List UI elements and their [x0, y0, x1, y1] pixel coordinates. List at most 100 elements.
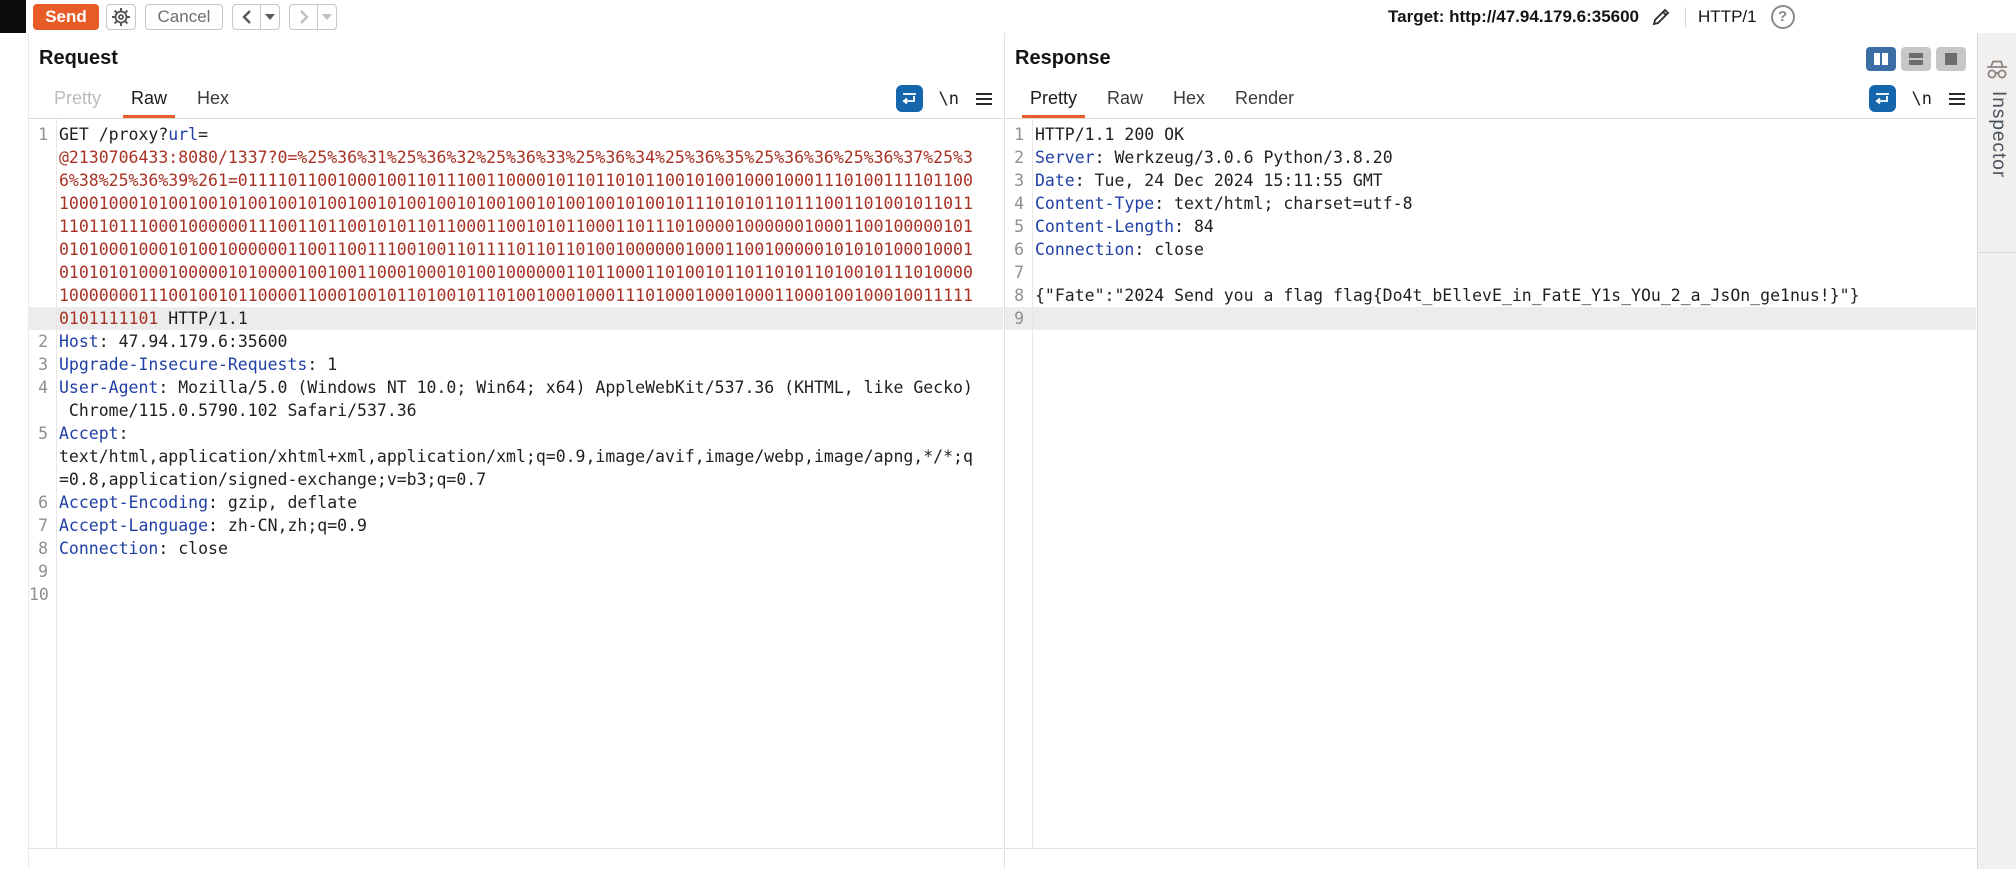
cancel-button[interactable]: Cancel: [145, 3, 223, 30]
code-line-text: Accept-Encoding: gzip, deflate: [59, 493, 358, 512]
tab-pretty[interactable]: Pretty: [1015, 79, 1092, 118]
single-panel-view-icon[interactable]: [1936, 47, 1966, 71]
inspector-sidebar-tab[interactable]: Inspector: [1977, 33, 2016, 869]
code-row: 3 Upgrade-Insecure-Requests: 1: [29, 353, 1003, 376]
response-header: Response: [1005, 33, 1976, 79]
line-number: [29, 445, 52, 468]
code-row: 9: [29, 560, 1003, 583]
tab-raw[interactable]: Raw: [116, 79, 182, 118]
line-number: [29, 307, 52, 330]
code-line-text: text/html,application/xhtml+xml,applicat…: [59, 447, 973, 466]
history-forward-dropdown[interactable]: [317, 4, 336, 29]
request-panel: Request Pretty Raw Hex \n 1 GET /proxy?u…: [28, 33, 1003, 869]
word-wrap-icon[interactable]: [1868, 85, 1896, 112]
code-line-text: Server: Werkzeug/3.0.6 Python/3.8.20: [1035, 148, 1393, 167]
line-number: 4: [38, 378, 48, 397]
line-number: 4: [1014, 194, 1024, 213]
code-row: 0101111101 HTTP/1.1: [29, 307, 1003, 330]
send-button[interactable]: Send: [33, 3, 99, 30]
line-number: [29, 399, 52, 422]
code-row: 0101000100010100100000011001100111001001…: [29, 238, 1003, 261]
request-editor-icons: \n: [895, 85, 993, 112]
word-wrap-icon[interactable]: [895, 85, 923, 112]
response-tabs: Pretty Raw Hex Render \n: [1005, 79, 1976, 119]
show-newlines-icon[interactable]: \n: [939, 89, 959, 109]
code-line-text: 0101010100010000010100001001001100010001…: [59, 263, 973, 282]
line-number: 7: [38, 516, 48, 535]
code-line-text: User-Agent: Mozilla/5.0 (Windows NT 10.0…: [59, 378, 973, 397]
inspector-label: Inspector: [1988, 91, 2009, 179]
code-row: 4 User-Agent: Mozilla/5.0 (Windows NT 10.…: [29, 376, 1003, 399]
split-rows-view-icon[interactable]: [1901, 47, 1931, 71]
line-number: 3: [38, 355, 48, 374]
code-line-text: Connection: close: [59, 539, 228, 558]
response-editor-icons: \n: [1868, 85, 1966, 112]
send-settings-button[interactable]: [106, 3, 136, 30]
code-row: 2 Host: 47.94.179.6:35600: [29, 330, 1003, 353]
code-line-text: Content-Length: 84: [1035, 217, 1214, 236]
code-line-text: Date: Tue, 24 Dec 2024 15:11:55 GMT: [1035, 171, 1383, 190]
history-back-group: [232, 3, 280, 30]
code-line-text: Content-Type: text/html; charset=utf-8: [1035, 194, 1413, 213]
code-line-text: Chrome/115.0.5790.102 Safari/537.36: [59, 401, 417, 420]
window-corner-block: [0, 0, 26, 33]
code-row: 6 Accept-Encoding: gzip, deflate: [29, 491, 1003, 514]
code-line-text: Accept-Language: zh-CN,zh;q=0.9: [59, 516, 367, 535]
code-line-text: 1000000011100100101100001100010010110100…: [59, 286, 973, 305]
request-editor[interactable]: 1 GET /proxy?url= @2130706433:8080/1337?0=…: [29, 119, 1003, 848]
line-number: [29, 192, 52, 215]
tab-render[interactable]: Render: [1220, 79, 1309, 118]
line-number: 9: [1014, 309, 1024, 328]
tab-raw[interactable]: Raw: [1092, 79, 1158, 118]
code-row: 10: [29, 583, 1003, 606]
code-row: 2 Server: Werkzeug/3.0.6 Python/3.8.20: [1005, 146, 1976, 169]
line-number: 5: [38, 424, 48, 443]
history-forward-button[interactable]: [290, 5, 317, 29]
code-line-text: 6%38%25%36%39%261=0111101100100010011011…: [59, 171, 973, 190]
line-number: 6: [1014, 240, 1024, 259]
response-editor[interactable]: 1 HTTP/1.1 200 OK 2 Server: Werkzeug/3.0.6 …: [1005, 119, 1976, 848]
code-row: Chrome/115.0.5790.102 Safari/537.36: [29, 399, 1003, 422]
line-number: 9: [38, 562, 48, 581]
tab-pretty: Pretty: [54, 88, 102, 108]
code-line-text: Accept:: [59, 424, 129, 443]
history-forward-group: [289, 3, 337, 30]
code-line-text: Connection: close: [1035, 240, 1204, 259]
inspector-section-divider: [1978, 252, 2016, 253]
tab-hex[interactable]: Hex: [182, 79, 244, 118]
code-row: 3 Date: Tue, 24 Dec 2024 15:11:55 GMT: [1005, 169, 1976, 192]
code-row: 1 HTTP/1.1 200 OK: [1005, 123, 1976, 146]
toolbar-separator: [1685, 6, 1687, 27]
top-toolbar: Send Cancel Target: http://47.94.179.6:3…: [0, 0, 2016, 33]
code-row: 1101101110001000000111001101100101011011…: [29, 215, 1003, 238]
line-number: 5: [1014, 217, 1024, 236]
dropdown-triangle-icon: [322, 13, 332, 20]
hamburger-menu-icon[interactable]: [1948, 92, 1966, 106]
tab-hex[interactable]: Hex: [1158, 79, 1220, 118]
code-row: 6%38%25%36%39%261=0111101100100010011011…: [29, 169, 1003, 192]
dropdown-triangle-icon: [265, 13, 275, 20]
help-question-icon[interactable]: ?: [1770, 4, 1795, 29]
line-number: [29, 146, 52, 169]
line-number: 2: [1014, 148, 1024, 167]
request-tabs: Pretty Raw Hex \n: [29, 79, 1003, 119]
code-row: 7: [1005, 261, 1976, 284]
history-back-button[interactable]: [233, 5, 260, 29]
show-newlines-icon[interactable]: \n: [1912, 89, 1932, 109]
http-version-label[interactable]: HTTP/1: [1698, 7, 1757, 27]
code-line-text: HTTP/1.1 200 OK: [1035, 125, 1185, 144]
line-number: 1: [1014, 125, 1024, 144]
history-back-dropdown[interactable]: [260, 4, 279, 29]
code-line-text: @2130706433:8080/1337?0=%25%36%31%25%36%…: [59, 148, 973, 167]
code-row: 5 Content-Length: 84: [1005, 215, 1976, 238]
gutter-divider: [1032, 119, 1033, 848]
code-row: 9: [1005, 307, 1976, 330]
hamburger-menu-icon[interactable]: [975, 92, 993, 106]
code-row: 8 {"Fate":"2024 Send you a flag flag{Do4t…: [1005, 284, 1976, 307]
code-line-text: 1000100010100100101001001010010010100100…: [59, 194, 973, 213]
edit-target-pencil-icon[interactable]: [1649, 5, 1673, 29]
line-number: [29, 238, 52, 261]
line-number: 1: [38, 125, 48, 144]
split-columns-view-icon[interactable]: [1866, 47, 1896, 71]
line-number: 8: [1014, 286, 1024, 305]
